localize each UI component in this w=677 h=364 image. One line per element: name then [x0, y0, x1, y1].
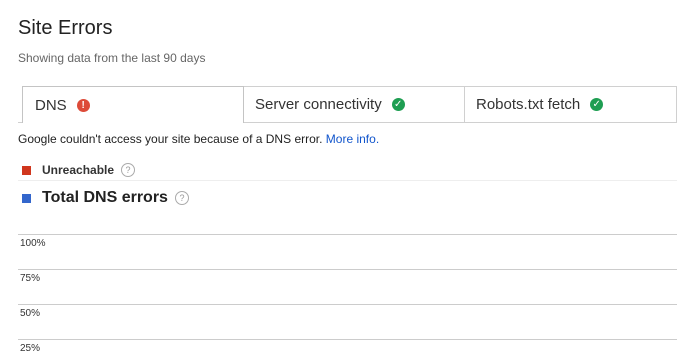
y-tick-label: 50% — [20, 308, 41, 319]
legend-item-total-dns-errors[interactable]: Total DNS errors ? — [18, 186, 677, 210]
y-tick-label: 25% — [20, 343, 41, 354]
site-errors-panel: Site Errors Showing data from the last 9… — [0, 0, 677, 364]
tab-server-connectivity[interactable]: Server connectivity ✓ — [243, 86, 465, 122]
gridline — [18, 269, 677, 270]
page-title: Site Errors — [18, 17, 113, 39]
tab-robots-txt-fetch[interactable]: Robots.txt fetch ✓ — [464, 86, 677, 122]
dns-errors-chart: 100% 75% 50% 25% — [18, 220, 677, 364]
y-tick-label: 100% — [20, 238, 46, 249]
tab-dns[interactable]: DNS ! — [22, 86, 244, 123]
tab-server-connectivity-label: Server connectivity — [255, 96, 382, 113]
legend-swatch-total-dns-errors — [22, 193, 31, 203]
legend-label-total-dns-errors: Total DNS errors — [42, 189, 168, 206]
legend-label-unreachable: Unreachable — [42, 163, 115, 177]
help-icon[interactable]: ? — [121, 163, 136, 177]
date-range-subtitle: Showing data from the last 90 days — [18, 51, 206, 65]
help-icon[interactable]: ? — [174, 191, 189, 205]
tab-dns-label: DNS — [35, 96, 67, 114]
error-icon: ! — [76, 98, 90, 112]
dns-error-text: Google couldn't access your site because… — [18, 132, 323, 146]
gridline — [18, 234, 677, 235]
more-info-link[interactable]: More info. — [326, 132, 379, 146]
dns-error-message: Google couldn't access your site because… — [18, 131, 379, 147]
y-tick-label: 75% — [20, 273, 41, 284]
gridline — [18, 304, 677, 305]
check-icon: ✓ — [391, 98, 405, 111]
gridline — [18, 339, 677, 340]
legend-item-unreachable[interactable]: Unreachable ? — [18, 160, 677, 181]
legend-swatch-unreachable — [22, 165, 31, 175]
check-icon: ✓ — [590, 98, 604, 111]
error-category-tabs: DNS ! Server connectivity ✓ Robots.txt f… — [18, 86, 677, 123]
tab-robots-txt-fetch-label: Robots.txt fetch — [476, 96, 581, 113]
